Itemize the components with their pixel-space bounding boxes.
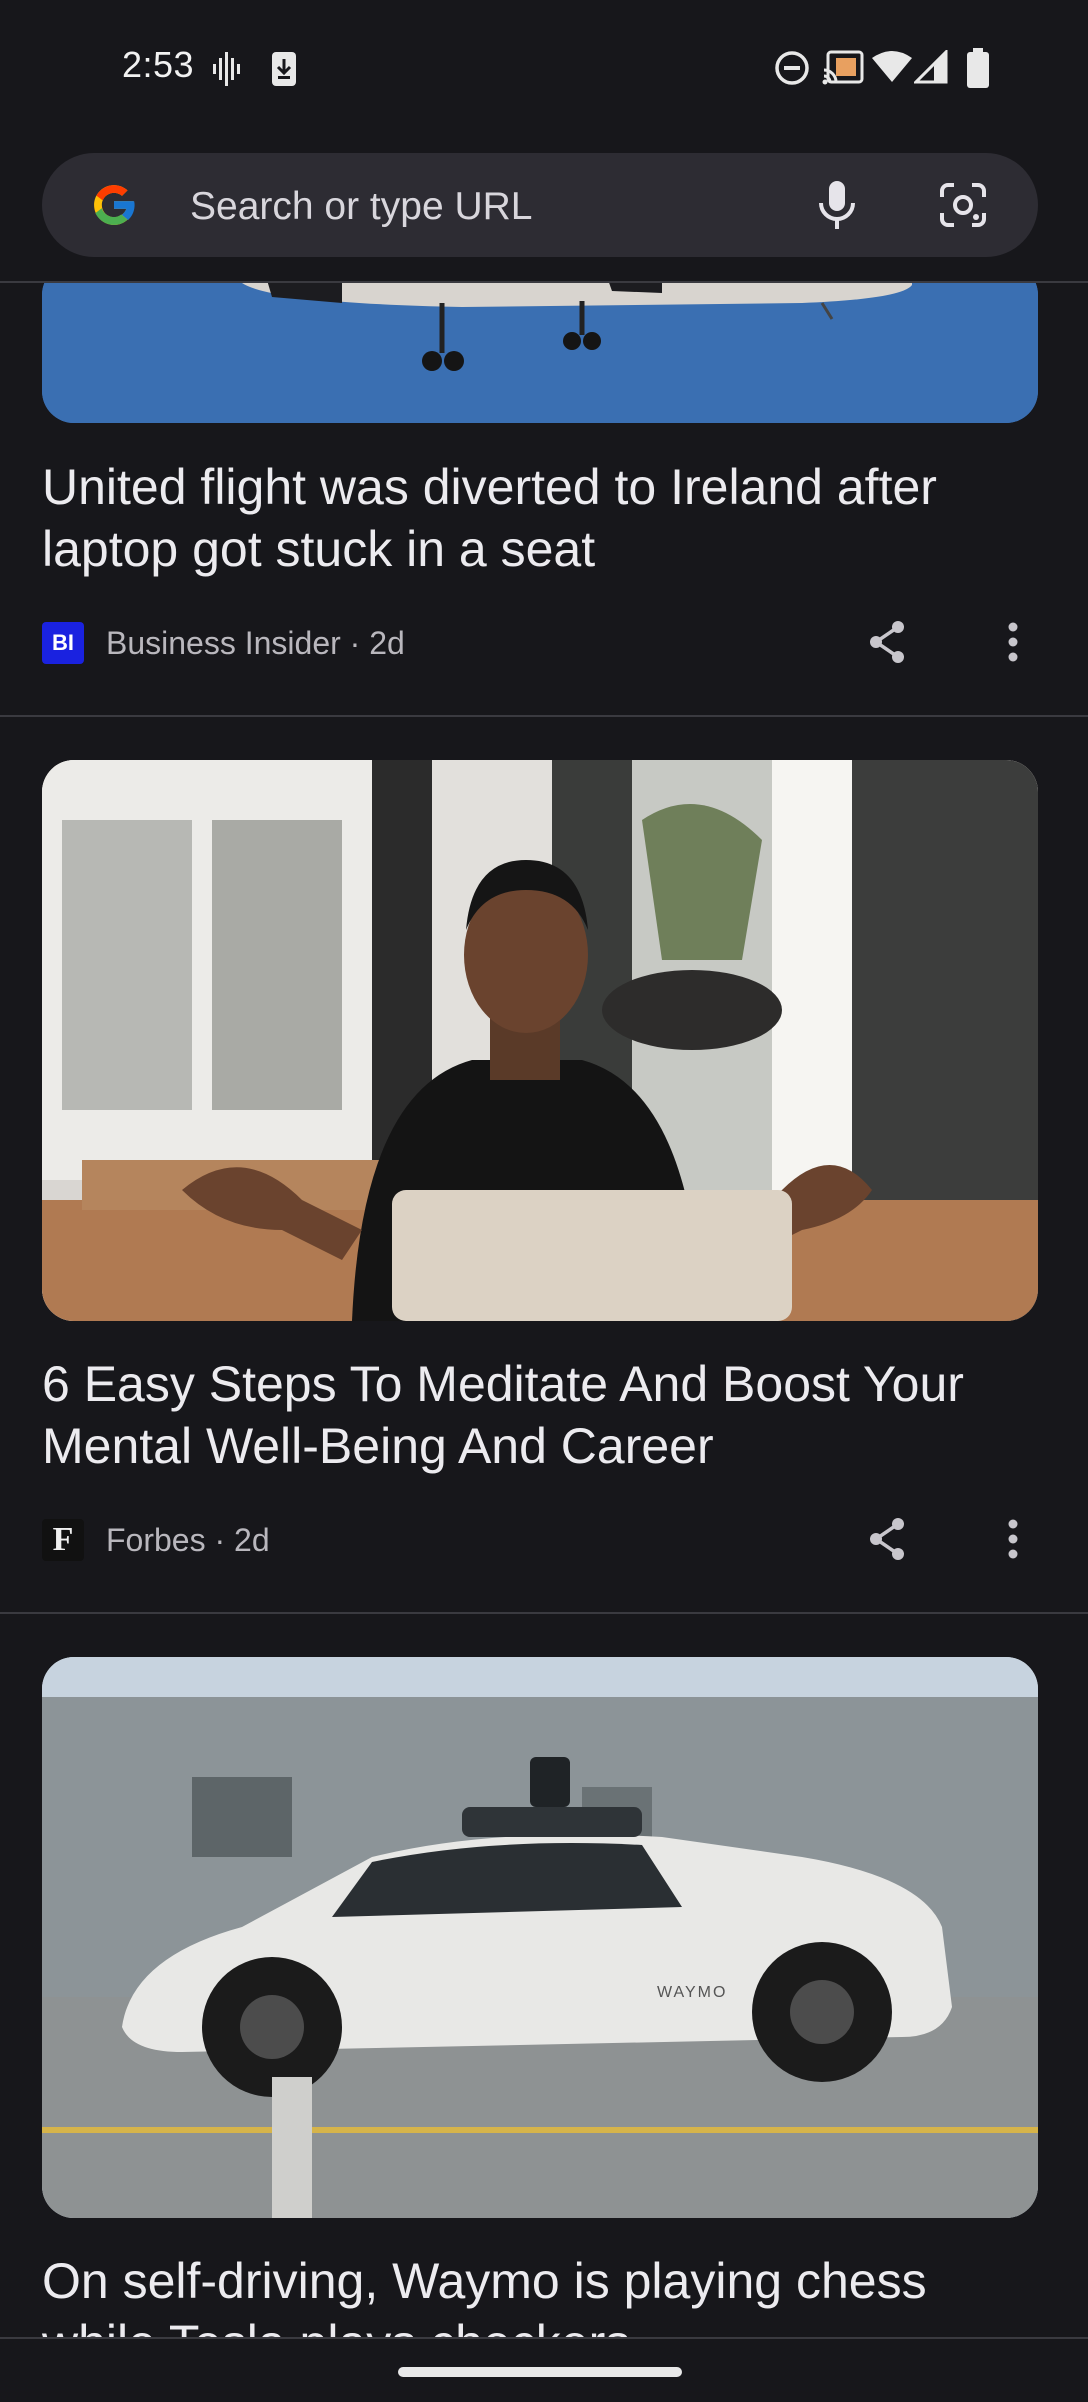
microphone-icon[interactable] [816,179,858,231]
share-icon[interactable] [866,1516,908,1562]
home-gesture-handle[interactable] [398,2367,682,2377]
more-options-icon[interactable] [1004,621,1022,663]
search-area: Search or type URL [0,135,1088,283]
status-bar: 2:53 [0,0,1088,135]
lens-camera-icon[interactable] [938,181,988,229]
waymo-car-image: WAYMO [42,1657,1038,2218]
battery-icon [967,48,989,88]
airplane-image [42,283,1038,423]
waymo-car-text: WAYMO [657,1984,727,2001]
news-feed: United flight was diverted to Ireland af… [0,283,1088,2337]
card-divider [0,715,1088,717]
article-image[interactable]: WAYMO [42,1657,1038,2218]
do-not-disturb-icon [775,51,809,85]
article-image[interactable] [42,760,1038,1321]
article-title[interactable]: United flight was diverted to Ireland af… [42,456,1042,580]
search-input[interactable]: Search or type URL [190,185,533,229]
business-insider-logo: BI [42,622,84,664]
article-meta: F Forbes · 2d [42,1518,270,1562]
forbes-logo: F [42,1519,84,1561]
cast-icon [822,50,864,85]
wifi-icon [872,51,912,82]
meditation-image [42,760,1038,1321]
signal-icon [914,50,948,84]
search-bar[interactable]: Search or type URL [42,153,1038,257]
article-image[interactable] [42,283,1038,423]
article-title[interactable]: 6 Easy Steps To Meditate And Boost Your … [42,1353,1052,1477]
article-source: Business Insider · 2d [106,624,405,661]
download-icon [272,52,296,86]
share-icon[interactable] [866,619,908,665]
status-time: 2:53 [122,44,195,85]
more-options-icon[interactable] [1004,1518,1022,1560]
navigation-bar [0,2337,1088,2402]
voicemail-icon [213,52,240,86]
article-title[interactable]: On self-driving, Waymo is playing chess … [42,2250,1052,2337]
card-divider [0,1612,1088,1614]
google-logo-icon [94,185,136,225]
article-meta: BI Business Insider · 2d [42,621,405,665]
article-source: Forbes · 2d [106,1521,270,1558]
